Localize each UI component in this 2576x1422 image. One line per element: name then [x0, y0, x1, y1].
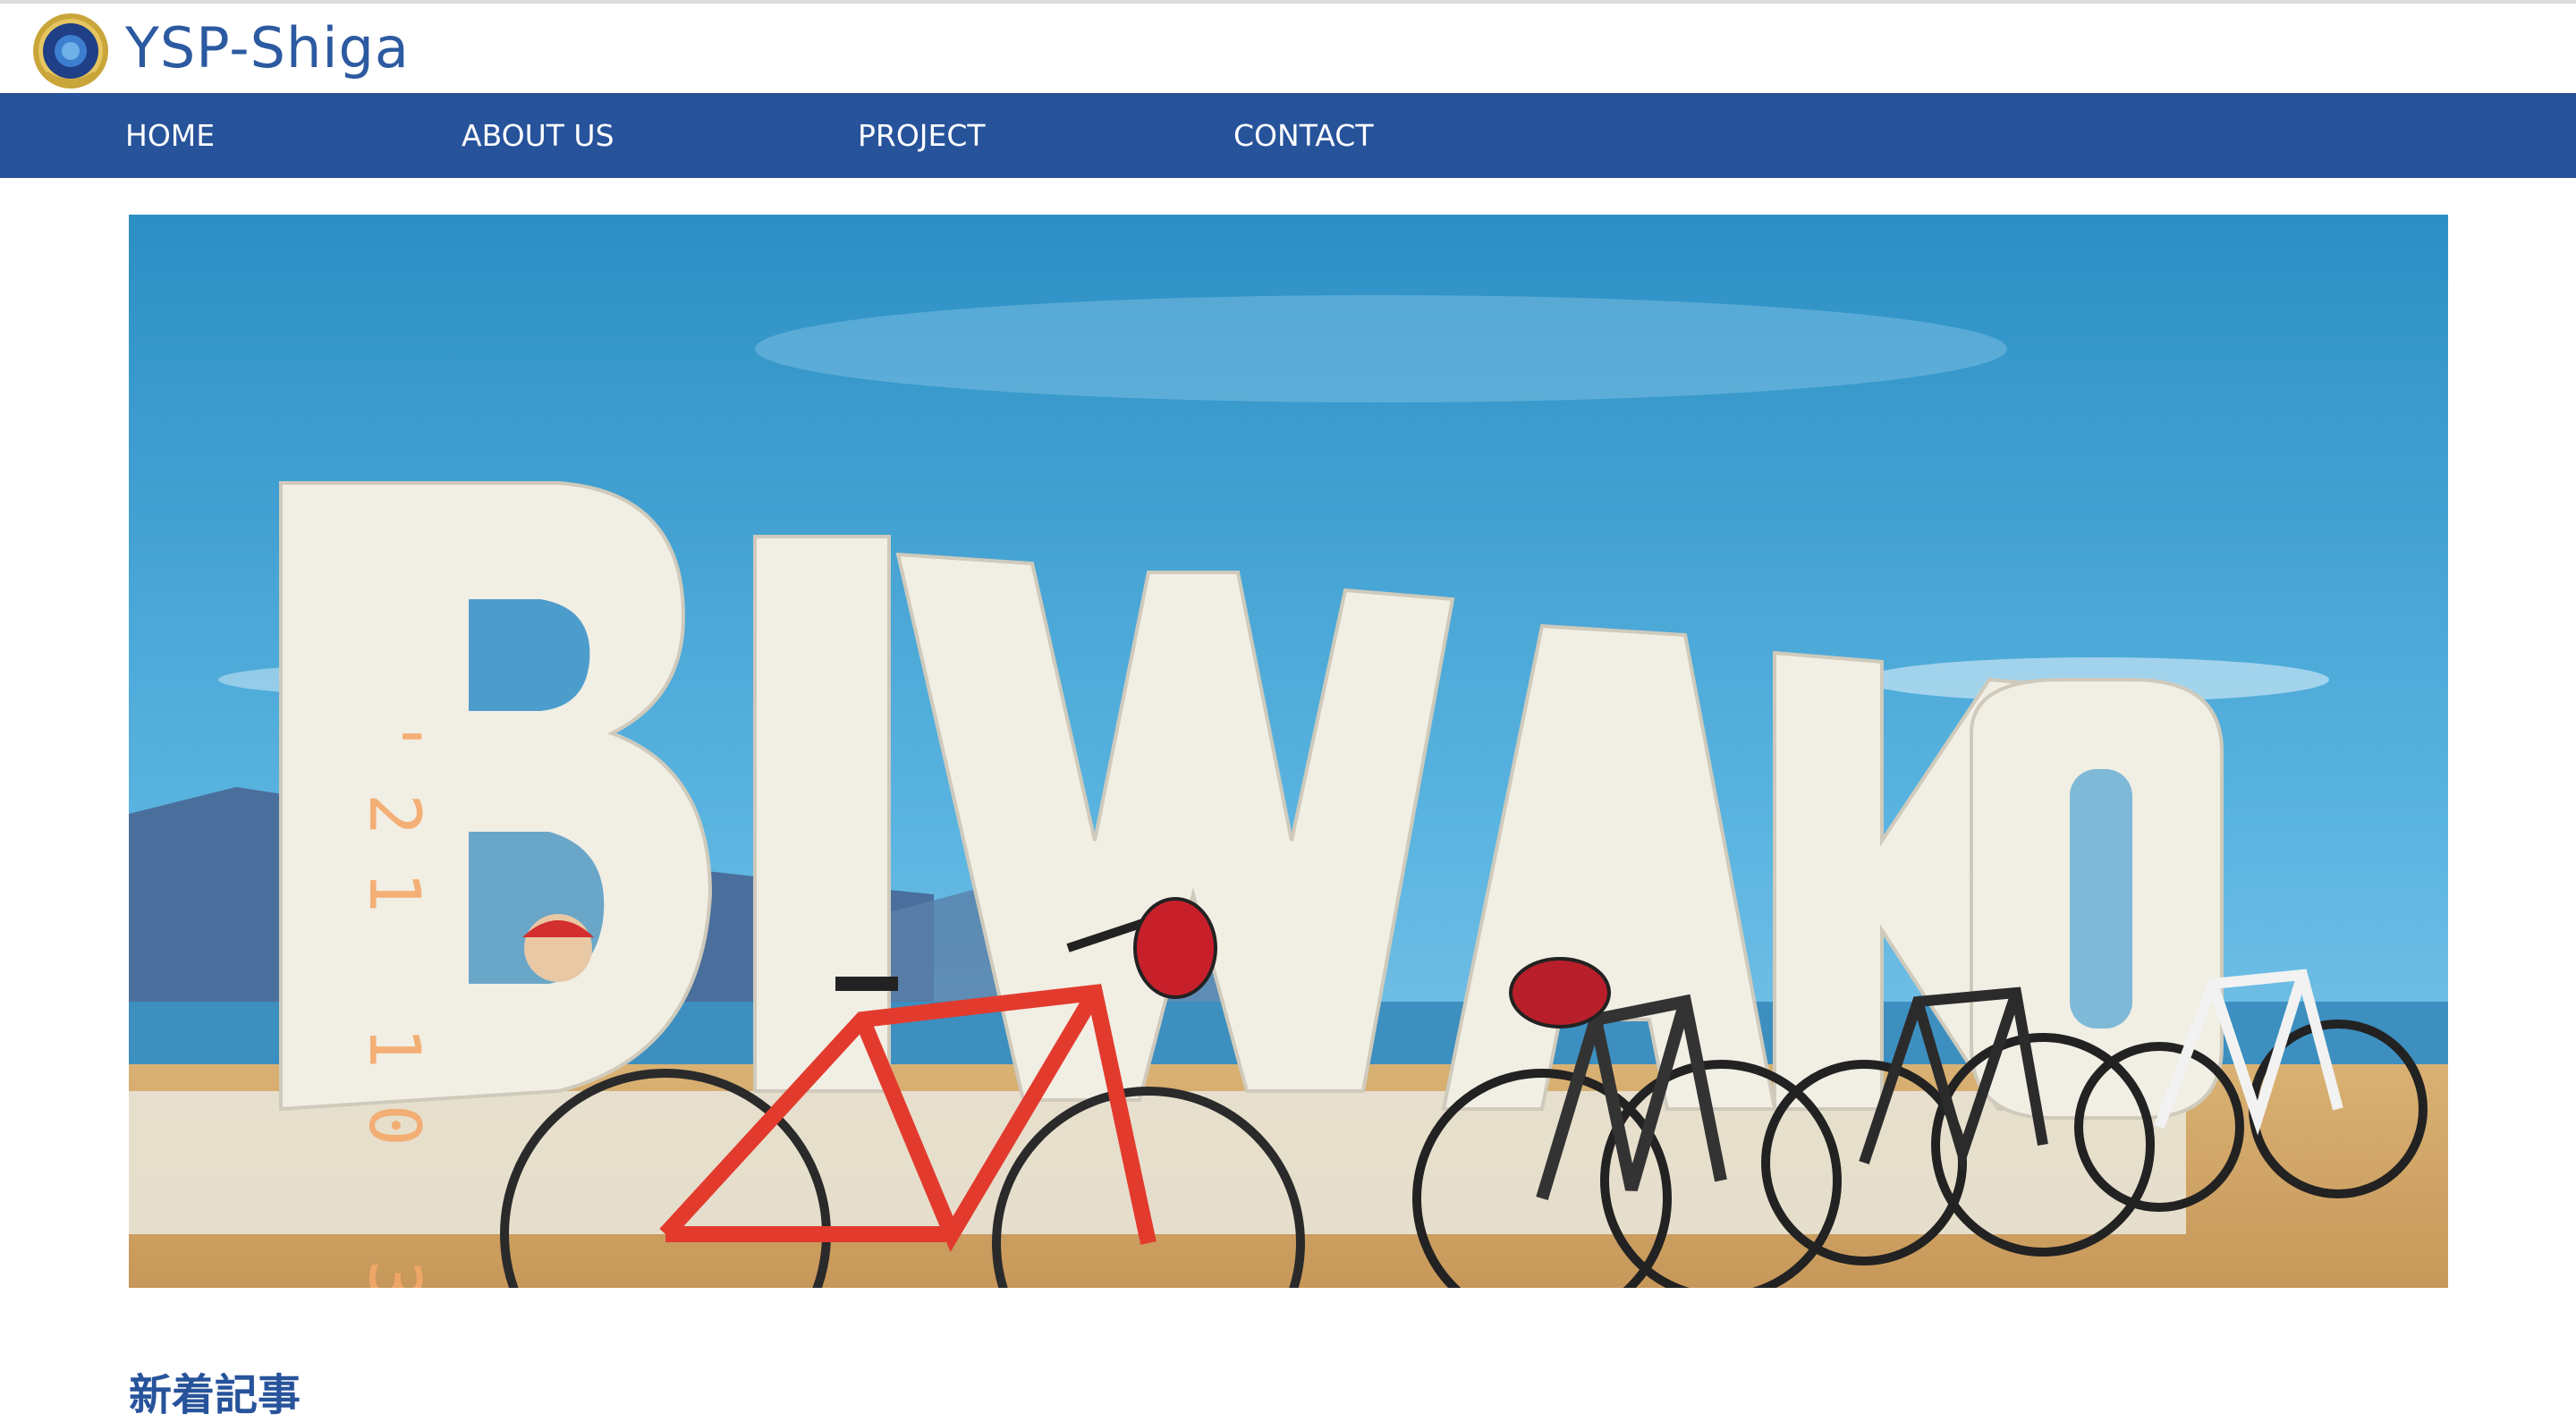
nav-contact[interactable]: CONTACT	[1233, 93, 1374, 178]
nav-about-us[interactable]: ABOUT US	[462, 93, 614, 178]
nav-home[interactable]: HOME	[125, 93, 215, 178]
date-stamp: '21 10 3	[353, 715, 434, 1288]
main-nav: HOME ABOUT US PROJECT CONTACT	[0, 93, 2576, 178]
hero-image: '21 10 3	[129, 215, 2448, 1288]
section-heading: 新着記事	[129, 1370, 301, 1420]
emblem-icon[interactable]	[29, 11, 113, 91]
site-header: YSP-Shiga	[0, 4, 2576, 93]
site-title[interactable]: YSP-Shiga	[125, 16, 410, 80]
nav-project[interactable]: PROJECT	[858, 93, 986, 178]
